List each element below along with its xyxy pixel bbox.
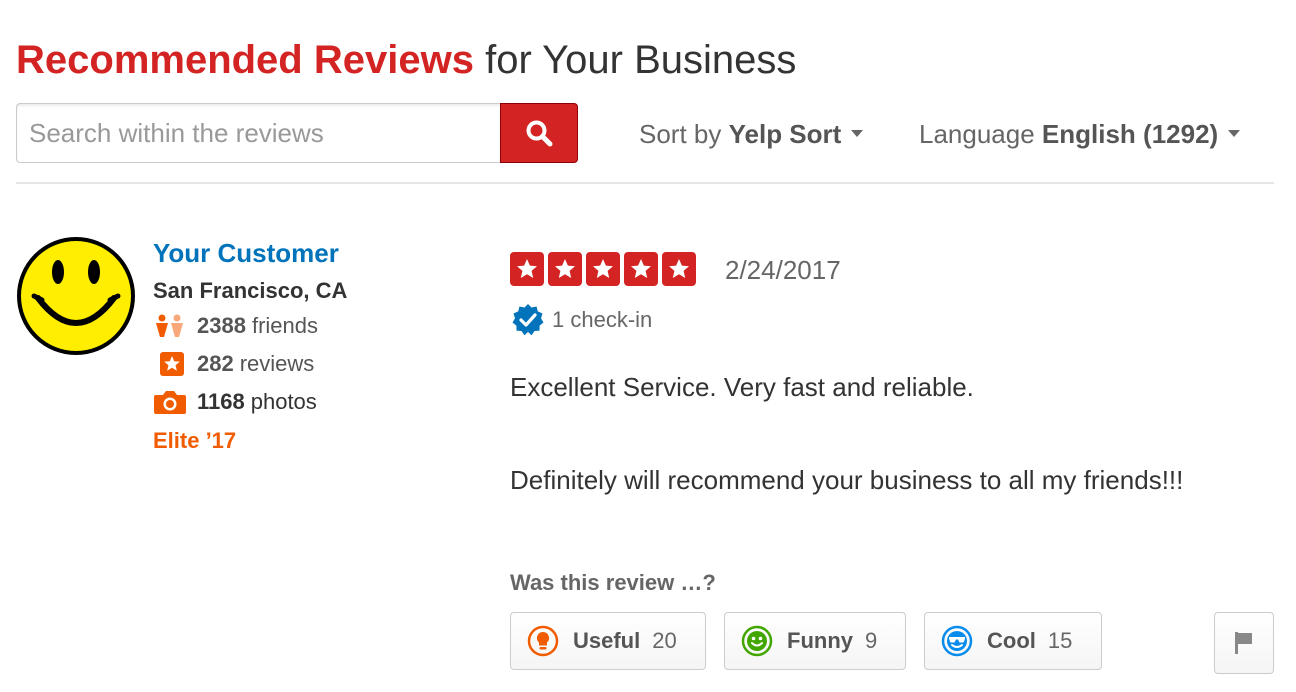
flag-review-button[interactable] — [1214, 612, 1274, 674]
friends-count: 2388 — [197, 313, 246, 338]
sunglasses-face-icon — [941, 625, 973, 657]
star-icon — [624, 252, 658, 286]
sort-label: Sort by — [639, 119, 722, 149]
language-value: English (1292) — [1041, 119, 1219, 149]
page-title: Recommended Reviews for Your Business — [16, 36, 796, 84]
star-icon — [548, 252, 582, 286]
cool-button[interactable]: Cool 15 — [924, 612, 1102, 670]
sort-dropdown[interactable]: Sort by Yelp Sort — [639, 118, 864, 150]
chevron-down-icon — [851, 129, 864, 137]
star-icon — [510, 252, 544, 286]
reviewer-photos: 1168 photos — [153, 388, 317, 416]
search-button[interactable] — [500, 103, 578, 163]
reviewer-name-link[interactable]: Your Customer — [153, 238, 339, 269]
funny-button[interactable]: Funny 9 — [724, 612, 906, 670]
review-star-icon — [153, 350, 189, 378]
camera-icon — [153, 388, 189, 416]
flag-icon — [1235, 632, 1252, 654]
page-title-highlight: Recommended Reviews — [16, 38, 474, 82]
reviewer-friends: 2388 friends — [153, 312, 318, 340]
reviews-count: 282 — [197, 351, 234, 376]
vote-question: Was this review …? — [510, 570, 716, 595]
search-icon — [526, 120, 553, 147]
page-title-rest: for Your Business — [485, 38, 797, 82]
reviewer-location: San Francisco, CA — [153, 278, 348, 303]
review-date: 2/24/2017 — [725, 255, 841, 285]
useful-button[interactable]: Useful 20 — [510, 612, 706, 670]
star-icon — [662, 252, 696, 286]
language-label: Language — [919, 119, 1035, 149]
reviews-label: reviews — [239, 351, 315, 376]
elite-badge[interactable]: Elite ’17 — [153, 428, 236, 454]
star-rating — [510, 252, 696, 286]
funny-label: Funny — [787, 628, 853, 653]
review-search-bar — [16, 103, 578, 163]
photos-count: 1168 — [197, 389, 245, 414]
lightbulb-icon — [527, 625, 559, 657]
reviewer-reviews: 282 reviews — [153, 350, 314, 378]
friends-label: friends — [251, 313, 318, 338]
language-dropdown[interactable]: Language English (1292) — [919, 118, 1241, 150]
useful-count: 20 — [652, 628, 677, 653]
chevron-down-icon — [1228, 129, 1241, 137]
checkin-info: 1 check-in — [510, 302, 652, 338]
review-paragraph: Excellent Service. Very fast and reliabl… — [510, 372, 974, 402]
funny-count: 9 — [865, 628, 878, 653]
cool-count: 15 — [1047, 628, 1073, 653]
review-paragraph: Definitely will recommend your business … — [510, 465, 1184, 495]
photos-label: photos — [250, 389, 317, 414]
useful-label: Useful — [573, 628, 641, 653]
avatar[interactable] — [16, 236, 136, 356]
smile-icon — [741, 625, 773, 657]
cool-label: Cool — [987, 628, 1036, 653]
divider — [16, 182, 1274, 184]
search-input[interactable] — [16, 103, 501, 163]
friends-icon — [153, 312, 189, 340]
checkin-text: 1 check-in — [552, 307, 653, 332]
verified-checkin-icon — [512, 304, 544, 336]
sort-value: Yelp Sort — [728, 119, 842, 149]
star-icon — [586, 252, 620, 286]
